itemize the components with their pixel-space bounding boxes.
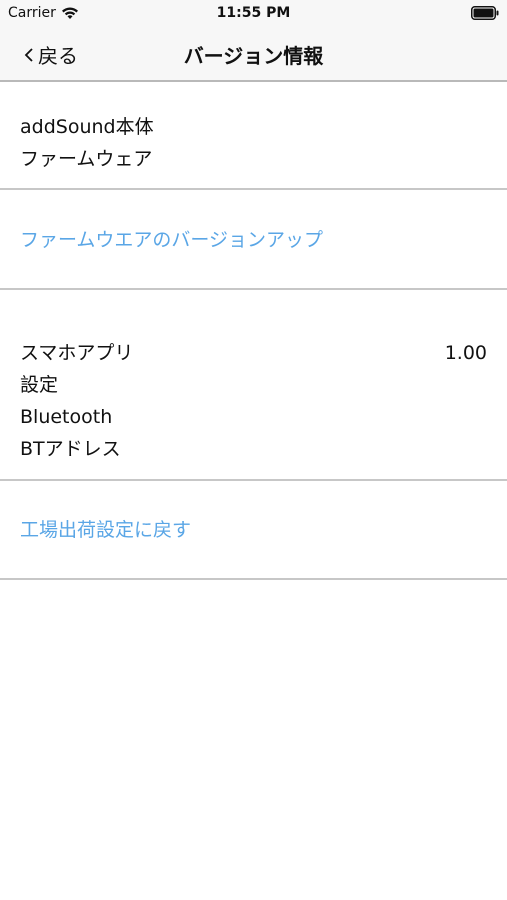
page-title: バージョン情報 — [183, 44, 324, 68]
firmware-label: ファームウェア — [20, 148, 153, 170]
device-body-label: addSound本体 — [20, 116, 154, 138]
section-divider — [0, 479, 507, 481]
navigation-bar: 戻る バージョン情報 — [0, 28, 507, 82]
firmware-update-button[interactable]: ファームウエアのバージョンアップ — [20, 228, 323, 252]
status-time: 11:55 PM — [216, 5, 291, 21]
section-divider — [0, 578, 507, 580]
bt-address-label: BTアドレス — [20, 438, 121, 460]
phone-app-label: スマホアプリ — [20, 342, 134, 364]
bluetooth-label: Bluetooth — [20, 406, 113, 428]
section-divider — [0, 288, 507, 290]
status-bar: Carrier 11:55 PM — [0, 0, 507, 28]
battery-icon — [471, 6, 499, 20]
section-divider — [0, 188, 507, 190]
settings-label: 設定 — [20, 374, 59, 396]
phone-app-version: 1.00 — [444, 342, 487, 364]
factory-reset-button[interactable]: 工場出荷設定に戻す — [20, 518, 191, 542]
